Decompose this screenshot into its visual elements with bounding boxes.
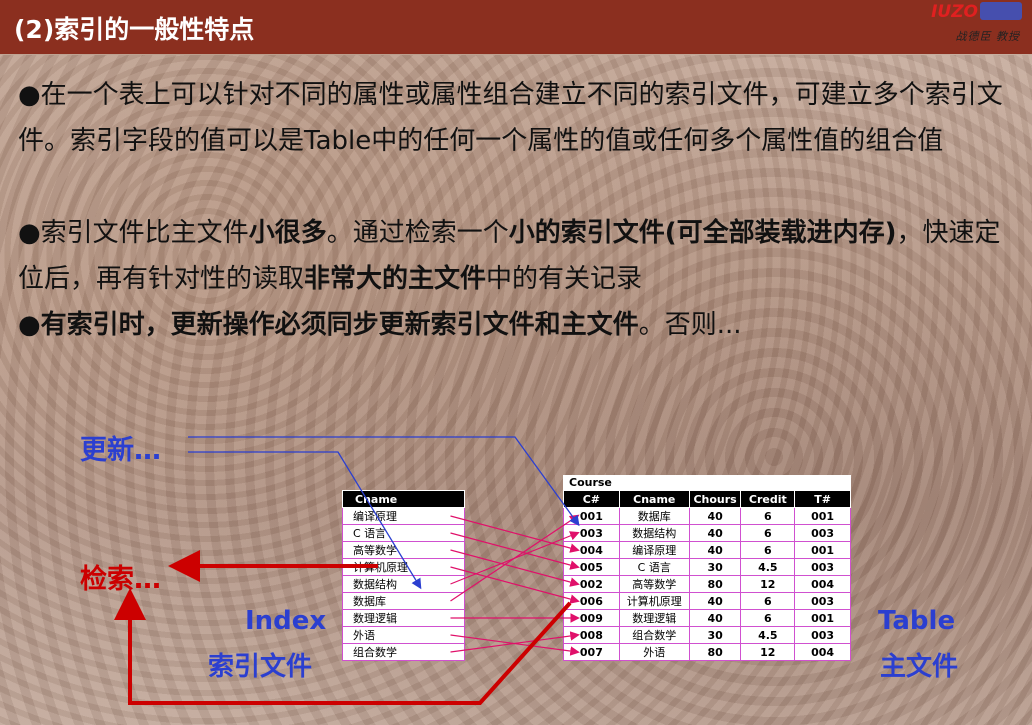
index-pointer-line [450,514,580,602]
index-pointer-line [450,566,580,604]
pointer-lines [450,514,580,656]
diagram-arrows [114,436,580,705]
index-pointer-line [450,532,580,570]
index-pointer-line [450,515,580,553]
index-pointer-line [450,549,580,587]
update-arrow-to-table [188,436,580,527]
search-arrow-from-table [114,588,572,705]
